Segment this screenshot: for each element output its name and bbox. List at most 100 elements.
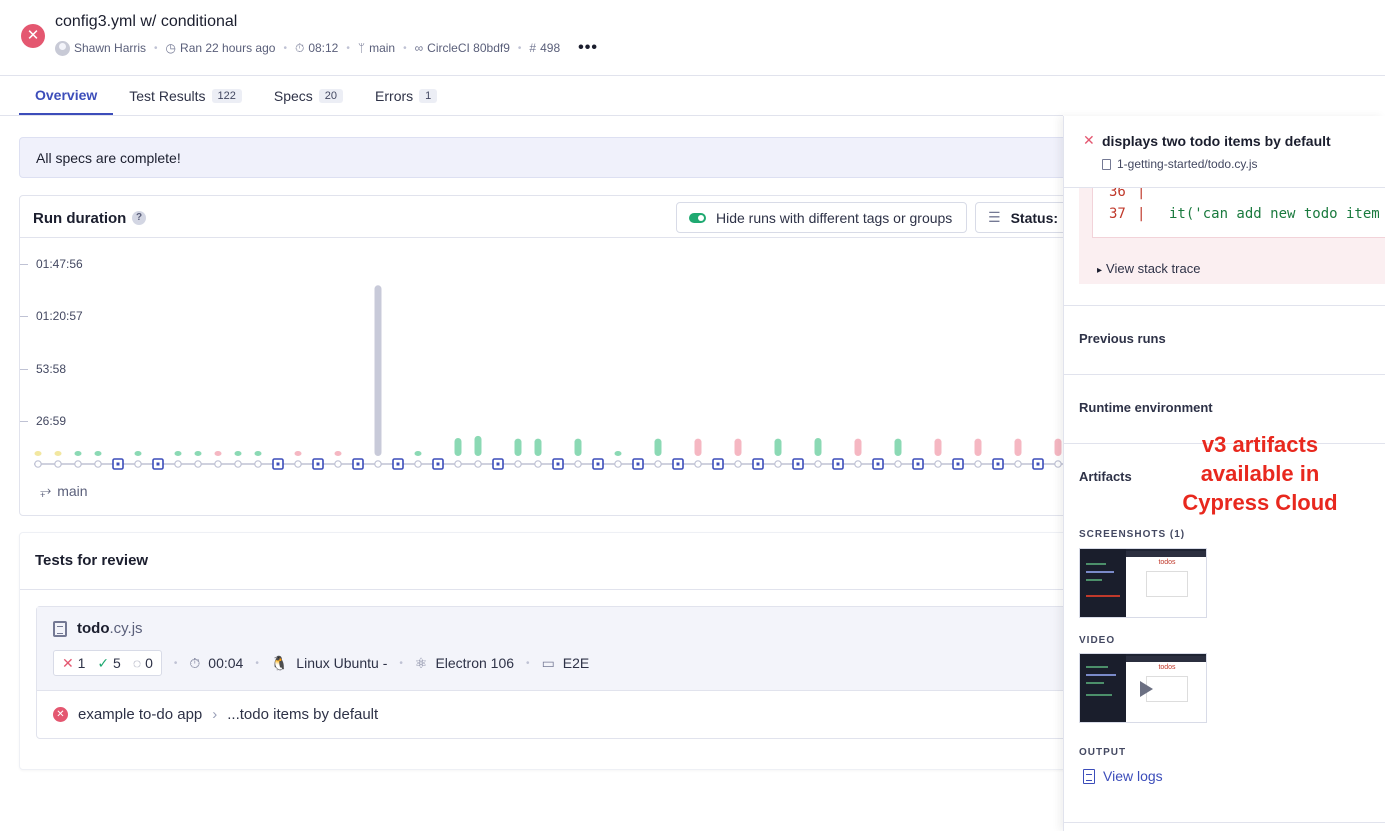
- check-icon: ✓: [97, 654, 110, 671]
- duration-bar[interactable]: [854, 438, 862, 456]
- duration-bar[interactable]: [1014, 438, 1022, 456]
- spec-file-path[interactable]: 1-getting-started/todo.cy.js: [1102, 157, 1258, 171]
- run-marker-circle[interactable]: [74, 460, 82, 468]
- run-marker-dot: [996, 462, 1000, 466]
- duration-bar[interactable]: [514, 438, 522, 456]
- duration-bar[interactable]: [454, 437, 462, 456]
- author[interactable]: Shawn Harris: [55, 40, 146, 56]
- run-marker-circle[interactable]: [654, 460, 662, 468]
- duration-bar[interactable]: [934, 438, 942, 456]
- run-marker-dot: [836, 462, 840, 466]
- run-marker-circle[interactable]: [614, 460, 622, 468]
- run-marker-circle[interactable]: [414, 460, 422, 468]
- runtime-environment-section[interactable]: Runtime environment: [1079, 400, 1213, 415]
- duration-bar[interactable]: [294, 451, 302, 456]
- duration-bar[interactable]: [774, 438, 782, 456]
- duration-bar[interactable]: [234, 451, 242, 456]
- run-marker-circle[interactable]: [474, 460, 482, 468]
- ci-link[interactable]: ∞ CircleCI 80bdf9: [415, 41, 510, 55]
- run-marker-circle[interactable]: [174, 460, 182, 468]
- previous-runs-section[interactable]: Previous runs: [1079, 331, 1166, 346]
- run-marker-circle[interactable]: [294, 460, 302, 468]
- tab-errors[interactable]: Errors 1: [359, 76, 453, 115]
- count-badge: 122: [211, 88, 242, 103]
- play-icon[interactable]: [1140, 681, 1153, 697]
- duration-bar[interactable]: [374, 285, 382, 456]
- run-marker-dot: [556, 462, 560, 466]
- run-marker-circle[interactable]: [534, 460, 542, 468]
- video-thumbnail[interactable]: todos: [1079, 653, 1207, 723]
- duration-bar[interactable]: [974, 438, 982, 456]
- failed-icon: ✕: [1083, 132, 1095, 148]
- run-marker-circle[interactable]: [894, 460, 902, 468]
- run-marker-circle[interactable]: [574, 460, 582, 468]
- run-marker-circle[interactable]: [94, 460, 102, 468]
- run-marker-circle[interactable]: [1014, 460, 1022, 468]
- view-stack-trace-toggle[interactable]: View stack trace: [1097, 261, 1200, 276]
- divider: [1064, 822, 1385, 823]
- run-marker-circle[interactable]: [54, 460, 62, 468]
- run-marker-circle[interactable]: [214, 460, 222, 468]
- duration-bar[interactable]: [694, 438, 702, 456]
- branch-legend: ⥅ main: [40, 482, 88, 499]
- testing-type-icon: ▭: [541, 654, 555, 671]
- run-marker-circle[interactable]: [774, 460, 782, 468]
- tab-overview[interactable]: Overview: [19, 76, 114, 115]
- view-logs-link[interactable]: View logs: [1083, 768, 1163, 784]
- run-marker-circle[interactable]: [694, 460, 702, 468]
- duration-bar[interactable]: [254, 451, 262, 456]
- run-marker-circle[interactable]: [854, 460, 862, 468]
- failed-icon: ✕: [53, 707, 68, 722]
- run-marker-dot: [756, 462, 760, 466]
- run-marker-circle[interactable]: [34, 460, 42, 468]
- screenshot-thumbnail[interactable]: todos: [1079, 548, 1207, 618]
- duration-bar[interactable]: [474, 435, 482, 456]
- run-marker-dot: [596, 462, 600, 466]
- count-badge: 1: [419, 88, 438, 103]
- run-marker-circle[interactable]: [514, 460, 522, 468]
- duration-bar[interactable]: [574, 438, 582, 456]
- run-marker-circle[interactable]: [974, 460, 982, 468]
- spec-file[interactable]: todo.cy.js: [53, 620, 143, 637]
- duration-bar[interactable]: [74, 451, 82, 456]
- run-duration-chart[interactable]: [20, 196, 1064, 486]
- duration-bar[interactable]: [414, 451, 422, 456]
- spec-header[interactable]: todo.cy.js ✕ 1 ✓ 5 ◌ 0 • ⏱ 00:04 • 🐧 Linux…: [37, 607, 1075, 691]
- run-marker-circle[interactable]: [454, 460, 462, 468]
- run-marker-circle[interactable]: [334, 460, 342, 468]
- run-marker-circle[interactable]: [734, 460, 742, 468]
- duration-bar[interactable]: [654, 438, 662, 456]
- duration-bar[interactable]: [214, 451, 222, 456]
- card-title: Tests for review: [35, 552, 149, 569]
- duration-bar[interactable]: [194, 451, 202, 456]
- duration-bar[interactable]: [1054, 438, 1062, 456]
- run-marker-circle[interactable]: [234, 460, 242, 468]
- run-marker-circle[interactable]: [194, 460, 202, 468]
- run-marker-circle[interactable]: [374, 460, 382, 468]
- duration-bar[interactable]: [174, 451, 182, 456]
- duration-bar[interactable]: [814, 437, 822, 456]
- branch-link[interactable]: ᛘ main: [358, 41, 395, 55]
- duration-bar[interactable]: [534, 438, 542, 456]
- duration-bar[interactable]: [334, 451, 342, 456]
- separator-dot: •: [526, 657, 530, 669]
- more-options-button[interactable]: •••: [578, 39, 598, 57]
- run-marker-circle[interactable]: [814, 460, 822, 468]
- duration-bar[interactable]: [134, 451, 142, 456]
- failed-test-row[interactable]: ✕ example to-do app › ...todo items by d…: [53, 706, 378, 723]
- run-marker-circle[interactable]: [134, 460, 142, 468]
- run-marker-circle[interactable]: [254, 460, 262, 468]
- duration-bar[interactable]: [894, 438, 902, 456]
- separator-dot: •: [399, 657, 403, 669]
- run-marker-circle[interactable]: [1054, 460, 1062, 468]
- tab-specs[interactable]: Specs 20: [258, 76, 359, 115]
- duration-bar[interactable]: [94, 451, 102, 456]
- tab-test-results[interactable]: Test Results 122: [113, 76, 258, 115]
- duration-bar[interactable]: [614, 451, 622, 456]
- duration-bar[interactable]: [34, 451, 42, 456]
- duration-bar[interactable]: [734, 438, 742, 456]
- run-marker-dot: [916, 462, 920, 466]
- duration-bar[interactable]: [54, 451, 62, 456]
- run-tabs: Overview Test Results 122 Specs 20 Errors 1: [19, 76, 453, 116]
- run-marker-circle[interactable]: [934, 460, 942, 468]
